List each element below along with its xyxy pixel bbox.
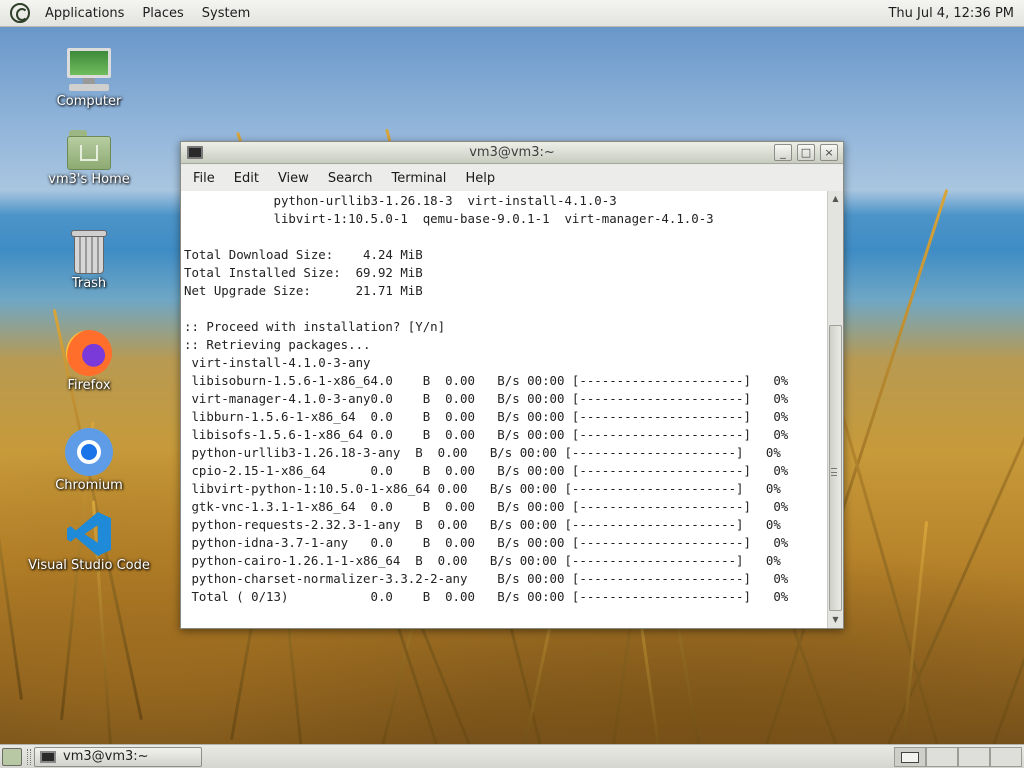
vscode-icon xyxy=(67,512,111,556)
terminal-line: python-urllib3-1.26.18-3 virt-install-4.… xyxy=(184,193,617,208)
menu-view[interactable]: View xyxy=(272,171,315,186)
terminal-line: :: Proceed with installation? [Y/n] xyxy=(184,319,446,334)
workspace-4[interactable] xyxy=(990,747,1022,767)
terminal-line: Net Upgrade Size: 21.71 MiB xyxy=(184,283,423,298)
desktop-icon-chromium[interactable]: Chromium xyxy=(24,428,154,493)
desktop-icon-firefox[interactable]: Firefox xyxy=(24,330,154,393)
terminal-line: python-requests-2.32.3-1-any B 0.00 B/s … xyxy=(184,517,781,532)
menu-search[interactable]: Search xyxy=(322,171,379,186)
computer-icon xyxy=(65,48,113,92)
menu-help[interactable]: Help xyxy=(459,171,501,186)
maximize-button[interactable]: □ xyxy=(797,144,815,161)
terminal-icon xyxy=(40,751,56,763)
workspace-window-preview xyxy=(901,752,919,763)
wallpaper-grass xyxy=(900,521,929,761)
terminal-line: libvirt-python-1:10.5.0-1-x86_64 0.00 B/… xyxy=(184,481,781,496)
terminal-line: libburn-1.5.6-1-x86_64 0.0 B 0.00 B/s 00… xyxy=(184,409,789,424)
terminal-line: python-idna-3.7-1-any 0.0 B 0.00 B/s 00:… xyxy=(184,535,789,550)
workspace-3[interactable] xyxy=(958,747,990,767)
minimize-button[interactable]: _ xyxy=(774,144,792,161)
system-menu[interactable]: System xyxy=(193,0,259,27)
desktop-icon-label: vm3's Home xyxy=(48,172,130,187)
scroll-down-arrow-icon[interactable]: ▼ xyxy=(830,614,841,626)
wallpaper-grass xyxy=(880,211,1024,761)
distro-logo-icon[interactable] xyxy=(10,3,30,23)
workspace-1[interactable] xyxy=(894,747,926,767)
terminal-line: Total ( 0/13) 0.0 B 0.00 B/s 00:00 [----… xyxy=(184,589,789,604)
applications-menu[interactable]: Applications xyxy=(36,0,133,27)
panel-separator xyxy=(27,749,31,765)
trash-icon xyxy=(71,230,107,274)
close-button[interactable]: × xyxy=(820,144,838,161)
desktop-icon-label: Computer xyxy=(56,94,122,109)
terminal-line: :: Retrieving packages... xyxy=(184,337,371,352)
desktop-icon-label: Firefox xyxy=(67,378,111,393)
terminal-line: virt-install-4.1.0-3-any xyxy=(184,355,371,370)
terminal-line: gtk-vnc-1.3.1-1-x86_64 0.0 B 0.00 B/s 00… xyxy=(184,499,789,514)
window-title: vm3@vm3:~ xyxy=(469,145,555,160)
window-menubar: File Edit View Search Terminal Help xyxy=(181,165,843,191)
chromium-icon xyxy=(65,428,113,476)
menu-edit[interactable]: Edit xyxy=(228,171,265,186)
workspace-switcher xyxy=(894,747,1022,767)
clock[interactable]: Thu Jul 4, 12:36 PM xyxy=(888,0,1014,27)
home-folder-icon xyxy=(67,130,111,170)
terminal-line: python-urllib3-1.26.18-3-any B 0.00 B/s … xyxy=(184,445,781,460)
terminal-window[interactable]: vm3@vm3:~ _ □ × File Edit View Search Te… xyxy=(180,141,844,629)
terminal-line: libisofs-1.5.6-1-x86_64 0.0 B 0.00 B/s 0… xyxy=(184,427,789,442)
menu-file[interactable]: File xyxy=(187,171,221,186)
wallpaper-grass xyxy=(0,382,23,701)
bottom-panel: vm3@vm3:~ xyxy=(0,744,1024,768)
desktop-icon-label: Trash xyxy=(71,276,107,291)
desktop-icon-home[interactable]: vm3's Home xyxy=(24,130,154,187)
desktop-icon-label: Chromium xyxy=(55,478,123,493)
terminal-line: libisoburn-1.5.6-1-x86_64.0 B 0.00 B/s 0… xyxy=(184,373,789,388)
desktop-icon-trash[interactable]: Trash xyxy=(24,230,154,291)
terminal-line: libvirt-1:10.5.0-1 qemu-base-9.0.1-1 vir… xyxy=(184,211,714,226)
scroll-grip-icon xyxy=(831,468,837,476)
terminal-line: Total Download Size: 4.24 MiB xyxy=(184,247,423,262)
terminal-line: virt-manager-4.1.0-3-any0.0 B 0.00 B/s 0… xyxy=(184,391,789,406)
top-panel: Applications Places System Thu Jul 4, 12… xyxy=(0,0,1024,27)
terminal-line: python-cairo-1.26.1-1-x86_64 B 0.00 B/s … xyxy=(184,553,781,568)
window-titlebar[interactable]: vm3@vm3:~ _ □ × xyxy=(181,142,843,164)
firefox-icon xyxy=(66,330,112,376)
terminal-output[interactable]: python-urllib3-1.26.18-3 virt-install-4.… xyxy=(181,191,827,628)
show-desktop-icon[interactable] xyxy=(2,748,22,766)
taskbar-button-terminal[interactable]: vm3@vm3:~ xyxy=(34,747,202,767)
terminal-line: python-charset-normalizer-3.3.2-2-any B/… xyxy=(184,571,789,586)
taskbar-button-label: vm3@vm3:~ xyxy=(63,749,149,764)
terminal-line: cpio-2.15-1-x86_64 0.0 B 0.00 B/s 00:00 … xyxy=(184,463,789,478)
desktop-icon-computer[interactable]: Computer xyxy=(24,48,154,109)
workspace-2[interactable] xyxy=(926,747,958,767)
terminal-line: Total Installed Size: 69.92 MiB xyxy=(184,265,423,280)
desktop-icon-vscode[interactable]: Visual Studio Code xyxy=(24,512,154,573)
menu-terminal[interactable]: Terminal xyxy=(385,171,452,186)
places-menu[interactable]: Places xyxy=(133,0,192,27)
desktop-icon-label: Visual Studio Code xyxy=(28,558,150,573)
scroll-up-arrow-icon[interactable]: ▲ xyxy=(830,193,841,205)
terminal-scrollbar[interactable]: ▲ ▼ xyxy=(827,191,843,628)
